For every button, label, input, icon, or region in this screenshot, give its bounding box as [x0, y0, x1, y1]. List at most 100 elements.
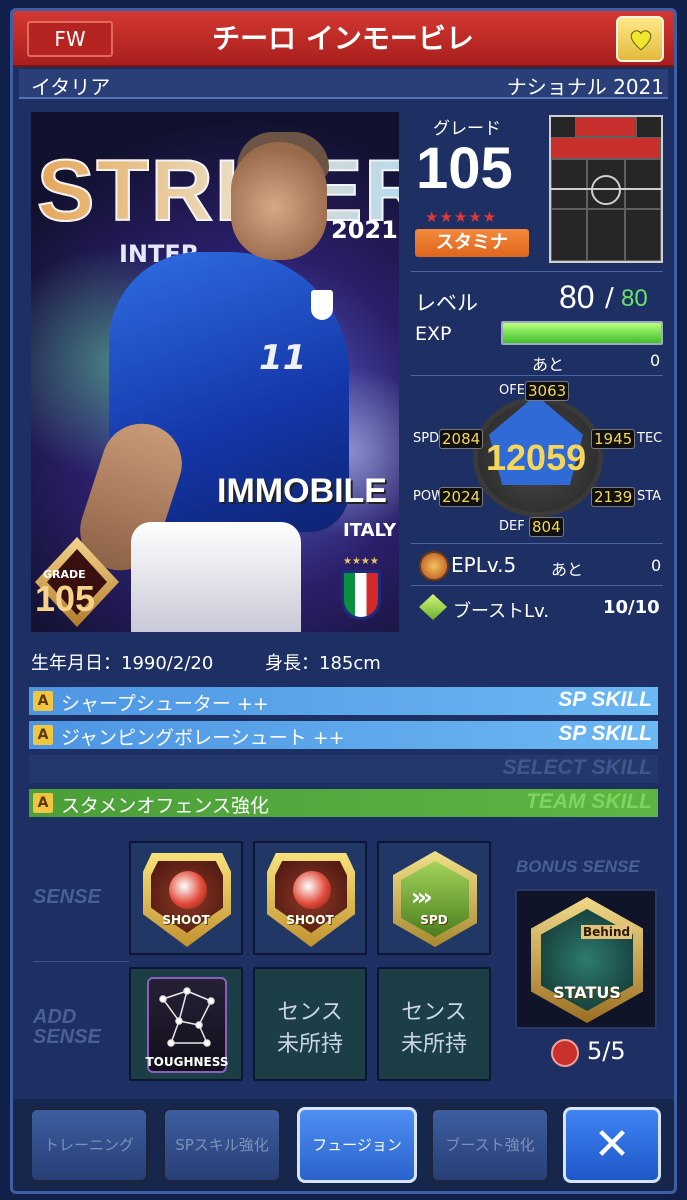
position-badge: FW — [27, 21, 113, 57]
divider — [411, 375, 663, 376]
pitch-cell-fw — [575, 117, 637, 137]
total-power: 12059 — [486, 437, 587, 478]
sense-name: SHOOT — [286, 913, 334, 927]
sta-label: STA — [637, 489, 662, 504]
sp-skill-upgrade-button[interactable]: SPスキル強化 — [162, 1107, 282, 1183]
ball-icon — [293, 871, 331, 909]
empty-slot-line1: センス — [401, 1000, 467, 1025]
add-sense-label-line2: SENSE — [33, 1026, 101, 1048]
training-button[interactable]: トレーニング — [29, 1107, 149, 1183]
sense-section-label: SENSE — [33, 886, 101, 908]
add-sense-slot-2[interactable]: センス 未所持 — [253, 967, 367, 1081]
sense-slot-3[interactable]: ››› SPD — [377, 841, 491, 955]
close-button[interactable]: ✕ — [563, 1107, 661, 1183]
heart-icon — [630, 30, 652, 51]
sense-slot-2[interactable]: SHOOT — [253, 841, 367, 955]
divider — [411, 543, 663, 544]
card-team-name: ITALY — [343, 520, 397, 541]
sta-value: 2139 — [591, 487, 636, 507]
subheader-bar: イタリア ナショナル 2021 — [19, 69, 668, 99]
divider — [411, 271, 663, 272]
empty-slot-line2: 未所持 — [400, 1032, 467, 1057]
crest-stars: ★★★★ — [343, 556, 379, 567]
player-head — [231, 142, 327, 260]
card-stack-icon — [551, 1039, 579, 1067]
bonus-sense-title: BONUS SENSE — [516, 857, 640, 876]
card-series-label: ナショナル 2021 — [506, 75, 664, 99]
level-max: 80 — [621, 285, 648, 312]
exp-remaining-label: あと — [532, 355, 565, 374]
card-grade-value: 105 — [35, 578, 96, 619]
add-sense-slot-1[interactable]: TOUGHNESS — [129, 967, 243, 1081]
chevron-right-icon: ››› — [411, 883, 433, 911]
tec-value: 1945 — [591, 429, 636, 449]
spd-label: SPD — [413, 431, 440, 446]
divider — [411, 585, 663, 586]
pitch-cell — [551, 209, 587, 261]
skill-name: シャープシューター ++ — [61, 693, 269, 715]
exp-bar — [501, 321, 663, 345]
bonus-status-label: STATUS — [553, 983, 621, 1002]
skill-row-sp-2[interactable]: A ジャンピングボレーシュート ++ SP SKILL — [29, 721, 658, 749]
pitch-center-circle — [591, 175, 621, 205]
skill-row-sp-1[interactable]: A シャープシューター ++ SP SKILL — [29, 687, 658, 715]
skill-type: SELECT SKILL — [502, 756, 652, 779]
jersey-number: 11 — [259, 338, 307, 378]
level-current: 80 — [559, 279, 595, 315]
exp-remaining-value: 0 — [650, 351, 661, 370]
tec-label: TEC — [637, 431, 663, 446]
player-type-badge: スタミナ — [415, 229, 529, 257]
ep-medal-icon — [419, 551, 449, 581]
skill-rank-badge: A — [33, 691, 53, 711]
country-label: イタリア — [31, 75, 111, 99]
skill-row-select[interactable]: SELECT SKILL — [29, 755, 658, 783]
boost-level-value: 10/10 — [603, 597, 660, 618]
card-year: 2021 — [331, 216, 398, 244]
ep-remaining-label: あと — [551, 560, 584, 579]
skill-row-team[interactable]: A スタメンオフェンス強化 TEAM SKILL — [29, 789, 658, 817]
bonus-sense-slot[interactable]: Behind STATUS — [515, 889, 657, 1029]
level-separator: / — [605, 283, 614, 313]
boost-upgrade-button[interactable]: ブースト強化 — [430, 1107, 550, 1183]
player-height: 身長：185cm — [265, 653, 381, 674]
spd-value: 2084 — [439, 429, 484, 449]
pitch-cell — [587, 209, 625, 261]
exp-bar-fill — [503, 323, 661, 343]
player-shorts — [131, 522, 301, 632]
ofe-value: 3063 — [525, 381, 570, 401]
exp-label: EXP — [415, 323, 452, 345]
pitch-cell — [625, 209, 661, 261]
boost-level-label: ブーストLv. — [453, 601, 550, 622]
def-value: 804 — [529, 517, 564, 537]
skill-type: SP SKILL — [558, 688, 652, 711]
def-label: DEF — [499, 519, 525, 534]
bonus-behind-label: Behind — [581, 925, 633, 939]
ofe-label: OFE — [499, 383, 525, 398]
level-label: レベル — [415, 291, 478, 315]
add-sense-slot-3[interactable]: センス 未所持 — [377, 967, 491, 1081]
pitch-cell-fw — [551, 137, 661, 159]
sense-name: SPD — [420, 913, 448, 927]
skill-name: スタメンオフェンス強化 — [61, 795, 270, 817]
player-card-art[interactable]: STRIKER INTER 2021 11 IMMOBILE ITALY ★★★… — [31, 112, 399, 632]
position-map — [549, 115, 663, 263]
favorite-button[interactable] — [616, 16, 664, 62]
birth-date: 生年月日：1990/2/20 — [31, 653, 214, 674]
empty-slot-text: センス 未所持 — [255, 997, 365, 1061]
empty-slot-line1: センス — [277, 1000, 343, 1025]
header-bar: FW チーロ インモービレ — [13, 11, 674, 67]
sense-name: SHOOT — [162, 913, 210, 927]
skill-rank-badge: A — [33, 725, 53, 745]
rarity-stars: ★★★★★ — [425, 208, 498, 226]
skill-type: SP SKILL — [558, 722, 652, 745]
player-detail-panel: FW チーロ インモービレ イタリア ナショナル 2021 STRIKER IN… — [10, 8, 677, 1194]
empty-slot-line2: 未所持 — [276, 1032, 343, 1057]
pitch-cell — [625, 159, 661, 209]
ball-icon — [169, 871, 207, 909]
sense-name: TOUGHNESS — [145, 1055, 229, 1069]
fusion-button[interactable]: フュージョン — [297, 1107, 417, 1183]
sense-slot-1[interactable]: SHOOT — [129, 841, 243, 955]
bonus-sense-count: 5/5 — [587, 1037, 626, 1065]
network-icon — [159, 987, 215, 1047]
pitch-cell — [551, 159, 587, 209]
